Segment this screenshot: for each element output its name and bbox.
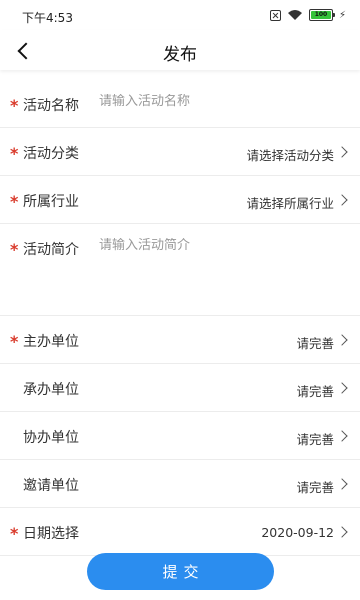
battery-level: 100 — [310, 11, 331, 19]
activity-name-input[interactable] — [99, 94, 339, 109]
chevron-right-icon — [336, 194, 348, 206]
date-value: 2020-09-12 — [261, 525, 334, 540]
required-mark: * — [10, 524, 19, 543]
activity-intro-input[interactable] — [99, 238, 339, 253]
date-label: 日期选择 — [23, 526, 79, 542]
required-mark: * — [10, 96, 19, 115]
invited-unit-row[interactable]: 邀请单位 请完善 — [0, 460, 360, 508]
required-mark: * — [10, 192, 19, 211]
activity-category-value: 请选择活动分类 — [246, 148, 334, 163]
required-mark: * — [10, 332, 19, 351]
chevron-right-icon — [336, 334, 348, 346]
submit-button[interactable]: 提交 — [87, 553, 274, 590]
activity-intro-label: 活动简介 — [23, 242, 79, 258]
industry-value: 请选择所属行业 — [246, 196, 334, 211]
chevron-right-icon — [336, 430, 348, 442]
chevron-right-icon — [336, 478, 348, 490]
host-unit-row[interactable]: * 主办单位 请完善 — [0, 316, 360, 364]
co-organizer-unit-row[interactable]: 协办单位 请完善 — [0, 412, 360, 460]
industry-row[interactable]: * 所属行业 请选择所属行业 — [0, 176, 360, 224]
status-time: 下午4:53 — [22, 11, 73, 25]
chevron-right-icon — [336, 146, 348, 158]
sim-x-icon — [269, 9, 281, 21]
chevron-right-icon — [336, 382, 348, 394]
invited-unit-label: 邀请单位 — [23, 478, 79, 494]
status-icons: 100 ⚡ — [269, 9, 346, 21]
organizer-unit-row[interactable]: 承办单位 请完善 — [0, 364, 360, 412]
co-organizer-unit-value: 请完善 — [296, 432, 334, 447]
battery-icon: 100 — [308, 9, 335, 21]
date-row[interactable]: * 日期选择 2020-09-12 — [0, 508, 360, 556]
industry-label: 所属行业 — [23, 194, 79, 210]
activity-category-row[interactable]: * 活动分类 请选择活动分类 — [0, 128, 360, 176]
host-unit-label: 主办单位 — [23, 334, 79, 350]
activity-intro-row[interactable]: * 活动简介 — [0, 224, 360, 316]
activity-category-label: 活动分类 — [23, 146, 79, 162]
page-title: 发布 — [163, 45, 197, 65]
required-mark: * — [10, 144, 19, 163]
co-organizer-unit-label: 协办单位 — [23, 430, 79, 446]
organizer-unit-value: 请完善 — [296, 384, 334, 399]
status-bar: 下午4:53 100 ⚡ — [0, 0, 360, 30]
activity-name-row[interactable]: * 活动名称 — [0, 80, 360, 128]
required-mark: * — [10, 240, 19, 259]
activity-name-label: 活动名称 — [23, 98, 79, 114]
organizer-unit-label: 承办单位 — [23, 382, 79, 398]
charging-icon: ⚡ — [338, 9, 346, 21]
invited-unit-value: 请完善 — [296, 480, 334, 495]
chevron-right-icon — [336, 526, 348, 538]
publish-form: * 活动名称 * 活动分类 请选择活动分类 * 所属行业 请选择所属行业 * 活… — [0, 80, 360, 556]
nav-bar: 发布 — [0, 30, 360, 70]
host-unit-value: 请完善 — [296, 336, 334, 351]
wifi-icon — [287, 10, 302, 20]
